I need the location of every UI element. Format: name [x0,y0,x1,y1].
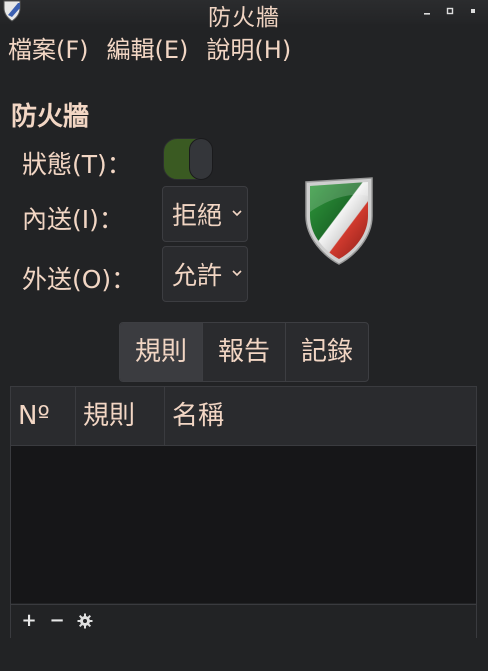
table-header: Nº 規則 名稱 [11,387,476,446]
menu-file[interactable]: 檔案(F) [8,30,89,70]
incoming-policy-value: 拒絕 [172,201,223,230]
view-tabs: 規則 報告 記錄 [119,322,369,382]
add-rule-button[interactable]: + [20,612,38,630]
close-icon[interactable] [466,4,480,18]
section-heading: 防火牆 [11,102,90,132]
outgoing-label: 外送(O)： [22,265,137,294]
menu-edit[interactable]: 編輯(E) [107,30,189,70]
incoming-label: 內送(I)： [22,205,124,234]
tab-rules[interactable]: 規則 [120,323,203,381]
maximize-icon[interactable] [443,4,457,18]
menu-bar: 檔案(F) 編輯(E) 說明(H) [0,30,291,70]
rules-list[interactable] [11,446,476,603]
column-header-name[interactable]: 名稱 [165,387,476,445]
incoming-policy-select[interactable]: 拒絕 [162,186,248,242]
column-header-rule[interactable]: 規則 [76,387,165,445]
tab-log[interactable]: 記錄 [286,323,368,381]
firewall-window: 防火牆 檔案(F) 編輯(E) 說明(H) 防火牆 狀態(T)： 內送(I)： … [0,0,488,671]
minimize-icon[interactable] [420,4,434,18]
status-label: 狀態(T)： [22,150,132,179]
table-toolbar: + − [11,604,476,638]
column-header-number[interactable]: Nº [11,387,76,445]
outgoing-policy-select[interactable]: 允許 [162,246,248,302]
gear-icon[interactable] [76,612,94,630]
window-title: 防火牆 [208,5,280,31]
chevron-down-icon [232,210,242,217]
rules-panel: Nº 規則 名稱 + − [10,386,477,638]
outgoing-policy-value: 允許 [172,261,223,290]
shield-icon [305,177,373,265]
title-bar[interactable]: 防火牆 [0,0,488,31]
tab-report[interactable]: 報告 [203,323,286,381]
menu-help[interactable]: 說明(H) [206,30,291,70]
chevron-down-icon [232,270,242,277]
toggle-knob[interactable] [189,138,213,180]
status-toggle[interactable] [163,138,213,180]
remove-rule-button[interactable]: − [48,612,66,630]
